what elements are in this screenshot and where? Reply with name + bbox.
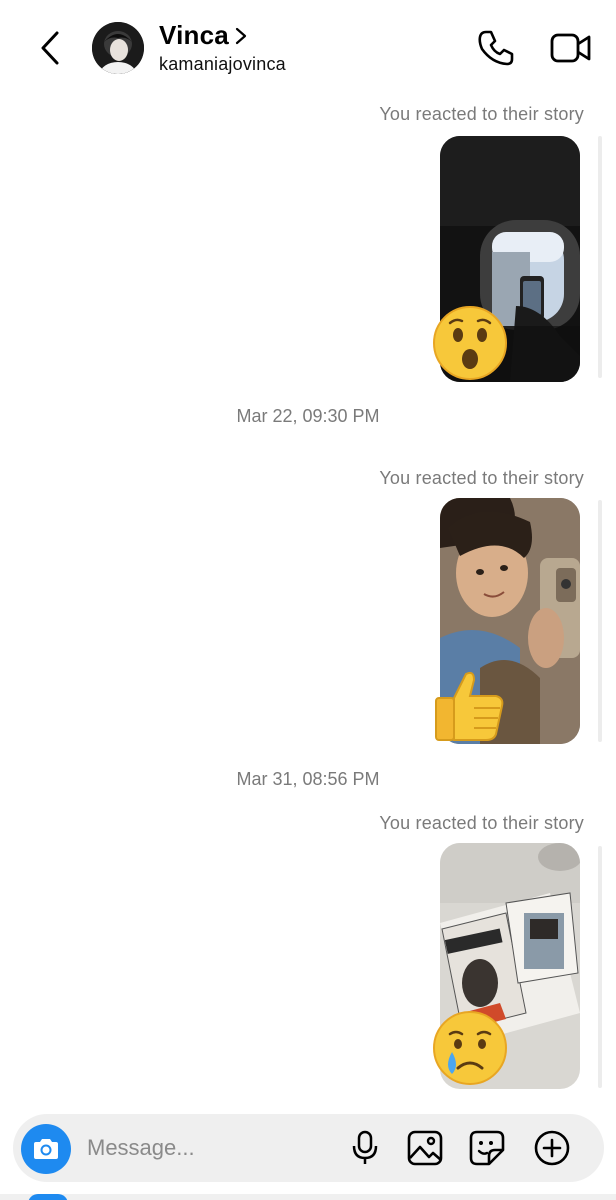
gallery-button[interactable]: [405, 1128, 445, 1168]
reply-indicator-line: [598, 136, 602, 378]
astonished-face-emoji: [430, 303, 510, 383]
thumbs-up-emoji: [430, 664, 510, 744]
bottom-bar: [0, 1194, 616, 1200]
more-options-button[interactable]: [532, 1128, 572, 1168]
voice-call-button[interactable]: [474, 26, 518, 70]
story-reaction-label: You reacted to their story: [379, 468, 584, 488]
chat-header: Vinca kamaniajovinca: [0, 0, 616, 100]
contact-name-link[interactable]: Vinca: [159, 20, 249, 51]
message-input[interactable]: [87, 1130, 337, 1166]
sticker-icon: [469, 1130, 505, 1166]
bottom-indicator: [28, 1194, 68, 1200]
gallery-icon: [407, 1130, 443, 1166]
contact-username: kamaniajovinca: [159, 54, 286, 74]
message-composer: [13, 1114, 604, 1182]
reply-indicator-line: [598, 846, 602, 1088]
reply-indicator-line: [598, 500, 602, 742]
story-reaction-label: You reacted to their story: [379, 104, 584, 124]
sticker-button[interactable]: [467, 1128, 507, 1168]
phone-icon: [478, 30, 514, 66]
crying-face-emoji: [430, 1008, 510, 1088]
back-button[interactable]: [30, 28, 70, 68]
message-timestamp: Mar 22, 09:30 PM: [236, 406, 380, 426]
back-chevron-icon: [41, 31, 59, 65]
story-reaction-label: You reacted to their story: [379, 813, 584, 833]
chevron-right-icon: [235, 26, 249, 46]
message-timestamp: Mar 31, 08:56 PM: [236, 769, 380, 789]
camera-button[interactable]: [21, 1124, 71, 1174]
avatar[interactable]: [92, 22, 144, 74]
microphone-icon: [352, 1130, 378, 1164]
video-camera-icon: [550, 33, 591, 63]
voice-message-button[interactable]: [345, 1128, 385, 1168]
contact-name: Vinca: [159, 20, 229, 50]
camera-icon: [34, 1139, 58, 1159]
plus-icon: [534, 1130, 570, 1166]
video-call-button[interactable]: [548, 28, 594, 68]
